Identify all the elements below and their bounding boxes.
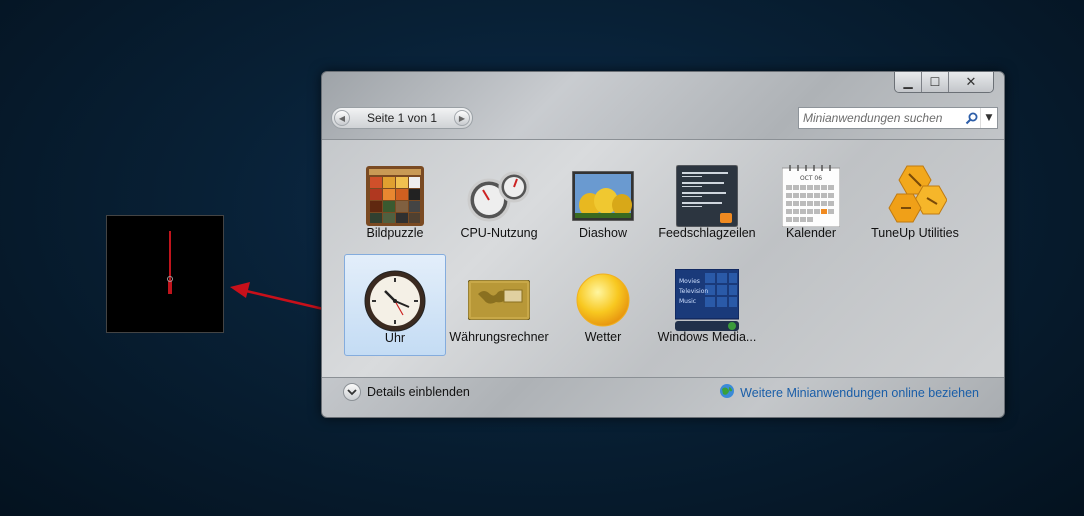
- next-page-button[interactable]: ▶: [454, 110, 470, 126]
- online-gadgets-link[interactable]: Weitere Minianwendungen online beziehen: [719, 383, 979, 403]
- red-arrow-annotation: [230, 282, 333, 313]
- clock-hand-tail: [168, 280, 172, 294]
- media-center-icon: Movies Television Music: [675, 268, 739, 332]
- gadget-label: Uhr: [384, 331, 406, 345]
- clock-pivot: [167, 276, 173, 282]
- desktop-clock-gadget[interactable]: [106, 215, 224, 333]
- page-indicator: Seite 1 von 1: [366, 111, 438, 125]
- details-toggle[interactable]: Details einblenden: [343, 383, 470, 401]
- feed-headlines-icon: [675, 164, 739, 228]
- gadget-label: Windows Media...: [657, 330, 757, 344]
- weather-icon: [571, 268, 635, 332]
- media-item: Movies: [679, 278, 700, 285]
- clock-hand: [169, 231, 171, 281]
- tuneup-icon: [883, 164, 947, 228]
- search-box: ▼: [798, 107, 998, 129]
- gadget-tile-uhr[interactable]: Uhr: [344, 254, 446, 356]
- media-item: Music: [679, 298, 696, 305]
- gadget-tile-tuneup-utilities[interactable]: TuneUp Utilities: [864, 150, 966, 252]
- gadget-tile-wetter[interactable]: Wetter: [552, 254, 654, 356]
- page-navigator: ◀ Seite 1 von 1 ▶: [331, 107, 473, 129]
- gadget-tile-bildpuzzle[interactable]: Bildpuzzle: [344, 150, 446, 252]
- gadget-tile-diashow[interactable]: Diashow: [552, 150, 654, 252]
- gadget-tile-waehrungsrechner[interactable]: Währungsrechner: [448, 254, 550, 356]
- previous-page-button[interactable]: ◀: [334, 110, 350, 126]
- gadget-label: TuneUp Utilities: [871, 226, 959, 240]
- gadget-tile-kalender[interactable]: OCT 06 Kalender: [760, 150, 862, 252]
- gadget-gallery: Bildpuzzle CPU-Nutzung Diashow Feedschla…: [322, 139, 1004, 378]
- maximize-button[interactable]: ☐: [922, 72, 949, 92]
- calendar-month-text: OCT 06: [800, 175, 822, 182]
- slideshow-icon: [571, 164, 635, 228]
- search-icon[interactable]: [962, 112, 980, 125]
- search-input[interactable]: [799, 111, 962, 125]
- gadget-gallery-window: ▁ ☐ ✕ ◀ Seite 1 von 1 ▶ ▼: [321, 71, 1005, 418]
- gadget-tile-windows-media[interactable]: Movies Television Music Windows Media...: [656, 254, 758, 356]
- picture-puzzle-icon: [363, 164, 427, 228]
- gadget-tile-feedschlagzeilen[interactable]: Feedschlagzeilen: [656, 150, 758, 252]
- cpu-meter-icon: [467, 164, 531, 228]
- close-button[interactable]: ✕: [949, 72, 993, 92]
- clock-icon: [363, 269, 427, 333]
- calendar-icon: OCT 06: [779, 164, 843, 228]
- details-label: Details einblenden: [367, 385, 470, 399]
- caption-buttons: ▁ ☐ ✕: [894, 72, 994, 93]
- minimize-button[interactable]: ▁: [895, 72, 922, 92]
- online-link-label[interactable]: Weitere Minianwendungen online beziehen: [740, 386, 979, 400]
- chevron-down-icon[interactable]: [343, 383, 361, 401]
- gadget-tile-cpu-nutzung[interactable]: CPU-Nutzung: [448, 150, 550, 252]
- globe-icon: [719, 383, 735, 403]
- media-item: Television: [678, 288, 708, 295]
- currency-icon: [467, 268, 531, 332]
- search-dropdown-icon[interactable]: ▼: [980, 108, 997, 128]
